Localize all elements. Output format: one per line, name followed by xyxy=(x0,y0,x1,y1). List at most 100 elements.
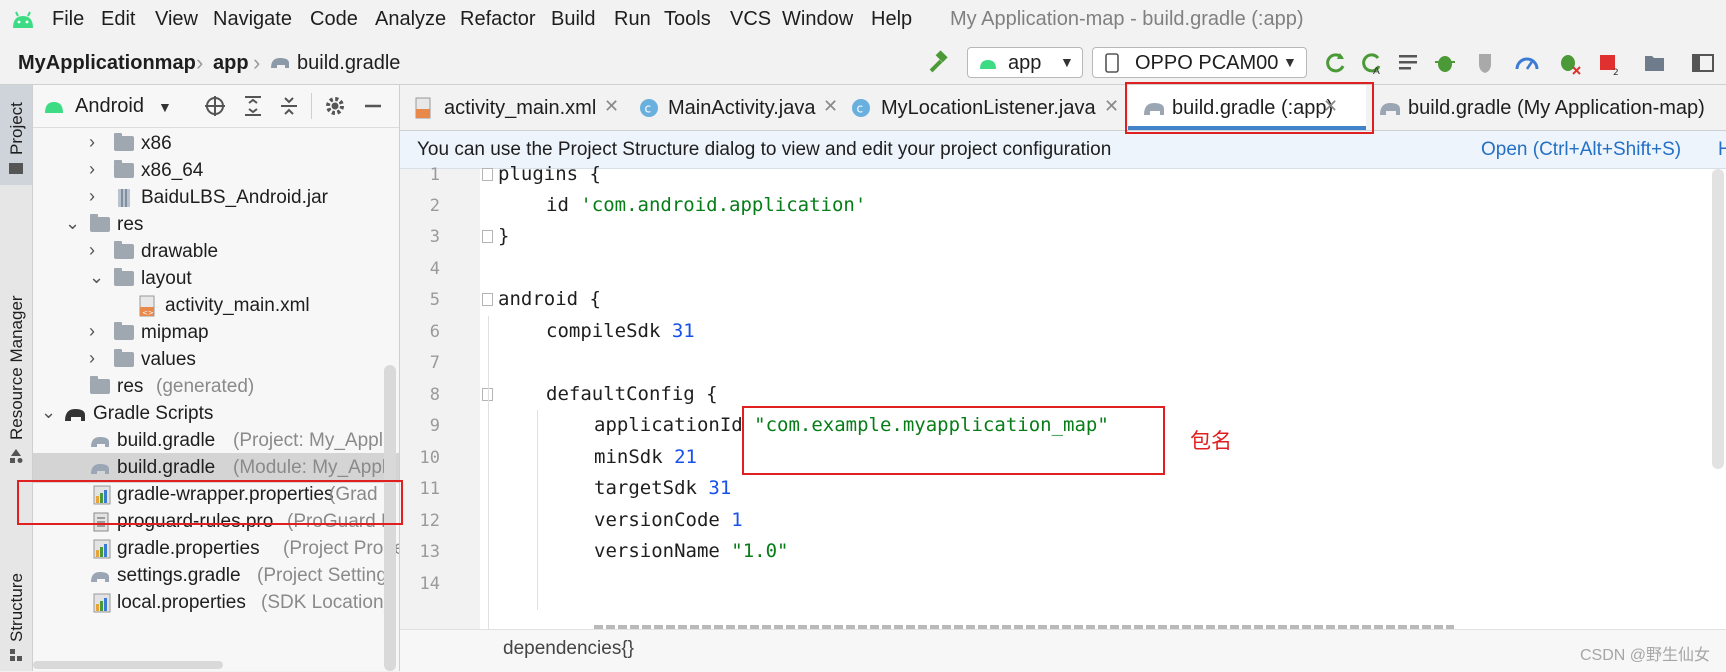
svg-text:A: A xyxy=(1373,66,1380,76)
tab-main-activity-java[interactable]: c MainActivity.java ✕ xyxy=(628,85,839,130)
close-icon[interactable]: ✕ xyxy=(1104,96,1119,117)
close-icon[interactable]: ✕ xyxy=(823,96,838,117)
tree-item-x86[interactable]: › x86 xyxy=(33,129,399,159)
apply-code-changes-icon[interactable]: A xyxy=(1358,50,1384,76)
chevron-down-icon[interactable]: ⌄ xyxy=(89,267,104,288)
menu-build[interactable]: Build xyxy=(551,8,595,31)
properties-file-icon xyxy=(93,539,111,559)
project-structure-icon[interactable] xyxy=(1642,50,1668,76)
fold-marker[interactable] xyxy=(482,293,493,306)
locate-target-icon[interactable] xyxy=(203,94,227,118)
folder-icon xyxy=(114,241,134,259)
properties-file-icon xyxy=(93,593,111,613)
expand-all-icon[interactable] xyxy=(241,94,265,118)
gradle-elephant-icon xyxy=(91,572,109,582)
vertical-scrollbar[interactable] xyxy=(384,365,396,671)
chevron-right-icon[interactable]: › xyxy=(89,348,95,369)
tree-item-local-properties[interactable]: local.properties (SDK Location) xyxy=(33,588,399,618)
coverage-shield-icon[interactable] xyxy=(1474,50,1500,76)
line-number: 7 xyxy=(429,353,440,373)
close-icon[interactable]: ✕ xyxy=(1323,96,1338,117)
menu-tools[interactable]: Tools xyxy=(664,8,711,31)
fold-marker[interactable] xyxy=(482,230,493,243)
menu-code[interactable]: Code xyxy=(310,8,358,31)
structure-tool-tab[interactable]: Structure xyxy=(0,545,32,671)
tab-build-gradle-app[interactable]: build.gradle (:app) ✕ xyxy=(1128,85,1366,130)
close-icon[interactable]: ✕ xyxy=(604,96,619,117)
chevron-right-icon[interactable]: › xyxy=(89,186,95,207)
line-number: 4 xyxy=(429,259,440,279)
menu-file[interactable]: File xyxy=(52,8,84,31)
menu-analyze[interactable]: Analyze xyxy=(375,8,446,31)
menu-view[interactable]: View xyxy=(155,8,198,31)
chevron-right-icon[interactable]: › xyxy=(89,132,95,153)
attach-debugger-icon[interactable] xyxy=(1556,50,1582,76)
hammer-build-icon[interactable] xyxy=(925,50,951,76)
device-select[interactable]: OPPO PCAM00 ▼ xyxy=(1092,47,1307,78)
tab-activity-main-xml[interactable]: activity_main.xml ✕ xyxy=(400,85,628,130)
editor-vertical-scrollbar[interactable] xyxy=(1712,169,1724,469)
menu-help[interactable]: Help xyxy=(871,8,912,31)
project-view-select[interactable]: Android xyxy=(75,95,144,118)
apply-changes-restart-icon[interactable] xyxy=(1322,50,1348,76)
debug-bug-icon[interactable] xyxy=(1432,50,1458,76)
horizontal-scrollbar[interactable] xyxy=(33,661,223,669)
menu-edit[interactable]: Edit xyxy=(101,8,135,31)
line-number: 8 xyxy=(429,385,440,405)
tree-item-res-generated[interactable]: res (generated) xyxy=(33,372,399,402)
profiler-gauge-icon[interactable] xyxy=(1514,50,1540,76)
tree-item-drawable[interactable]: › drawable xyxy=(33,237,399,267)
tree-item-build-gradle-project[interactable]: build.gradle (Project: My_Applic xyxy=(33,426,399,456)
tree-item-activity-main-xml[interactable]: <> activity_main.xml xyxy=(33,291,399,321)
editor-breadcrumb[interactable]: dependencies{} xyxy=(503,638,634,660)
tree-item-build-gradle-module[interactable]: build.gradle (Module: My_Appli xyxy=(33,453,399,483)
chevron-right-icon[interactable]: › xyxy=(89,240,95,261)
breadcrumb-project[interactable]: MyApplicationmap xyxy=(18,52,196,75)
tree-item-jar[interactable]: › BaiduLBS_Android.jar xyxy=(33,183,399,213)
menu-vcs[interactable]: VCS xyxy=(730,8,771,31)
tree-item-proguard-rules[interactable]: proguard-rules.pro (ProGuard R xyxy=(33,507,399,537)
chevron-right-icon[interactable]: › xyxy=(89,159,95,180)
tree-item-layout[interactable]: ⌄ layout xyxy=(33,264,399,294)
collapse-all-icon[interactable] xyxy=(277,94,301,118)
tree-item-gradle-wrapper[interactable]: gradle-wrapper.properties (Grad xyxy=(33,480,399,510)
tab-my-location-listener-java[interactable]: c MyLocationListener.java ✕ xyxy=(839,85,1125,130)
editor-breadcrumb-bar: dependencies{} CSDN @野生仙女 xyxy=(400,629,1726,672)
tool-tab-label: Project xyxy=(7,102,26,155)
tree-item-settings-gradle[interactable]: settings.gradle (Project Settings xyxy=(33,561,399,591)
chevron-down-icon[interactable]: ▼ xyxy=(158,99,172,115)
code-editor[interactable]: 1 2 3 4 5 6 7 8 9 10 11 12 13 14 plugins… xyxy=(400,163,1726,629)
tab-build-gradle-project[interactable]: build.gradle (My Application-map) xyxy=(1370,85,1726,130)
tree-item-gradle-properties[interactable]: gradle.properties (Project Prope xyxy=(33,534,399,564)
gear-icon[interactable] xyxy=(323,94,347,118)
fold-marker[interactable] xyxy=(482,168,493,181)
tree-item-mipmap[interactable]: › mipmap xyxy=(33,318,399,348)
stop-icon[interactable]: 2 xyxy=(1596,50,1622,76)
menu-window[interactable]: Window xyxy=(782,8,853,31)
line-number-gutter: 1 2 3 4 5 6 7 8 9 10 11 12 13 14 xyxy=(400,165,480,629)
tree-item-values[interactable]: › values xyxy=(33,345,399,375)
chevron-right-icon[interactable]: › xyxy=(89,321,95,342)
run-configuration-select[interactable]: app ▼ xyxy=(967,47,1083,78)
chevron-down-icon[interactable]: ⌄ xyxy=(41,402,56,423)
project-tool-tab[interactable]: Project xyxy=(0,85,32,185)
menu-refactor[interactable]: Refactor xyxy=(460,8,536,31)
notice-hide-link[interactable]: H xyxy=(1718,139,1726,161)
tree-item-sublabel: (Project: My_Applic xyxy=(233,430,397,451)
menu-navigate[interactable]: Navigate xyxy=(213,8,292,31)
open-project-structure-link[interactable]: Open (Ctrl+Alt+Shift+S) xyxy=(1481,139,1681,161)
chevron-down-icon[interactable]: ⌄ xyxy=(65,213,80,234)
logcat-list-icon[interactable] xyxy=(1396,50,1422,76)
tree-item-x86-64[interactable]: › x86_64 xyxy=(33,156,399,186)
tree-item-res[interactable]: ⌄ res xyxy=(33,210,399,240)
breadcrumb-module[interactable]: app xyxy=(213,52,249,75)
resource-manager-tool-tab[interactable]: Resource Manager xyxy=(0,205,32,465)
line-number: 12 xyxy=(419,511,440,531)
menu-run[interactable]: Run xyxy=(614,8,651,31)
breadcrumb-file[interactable]: build.gradle xyxy=(297,52,400,75)
text-file-icon xyxy=(93,512,109,532)
tree-item-gradle-scripts[interactable]: ⌄ Gradle Scripts xyxy=(33,399,399,429)
navigation-bar: MyApplicationmap › app › build.gradle ap… xyxy=(0,42,1726,85)
minimize-icon[interactable] xyxy=(361,94,385,118)
layout-panel-icon[interactable] xyxy=(1690,50,1716,76)
